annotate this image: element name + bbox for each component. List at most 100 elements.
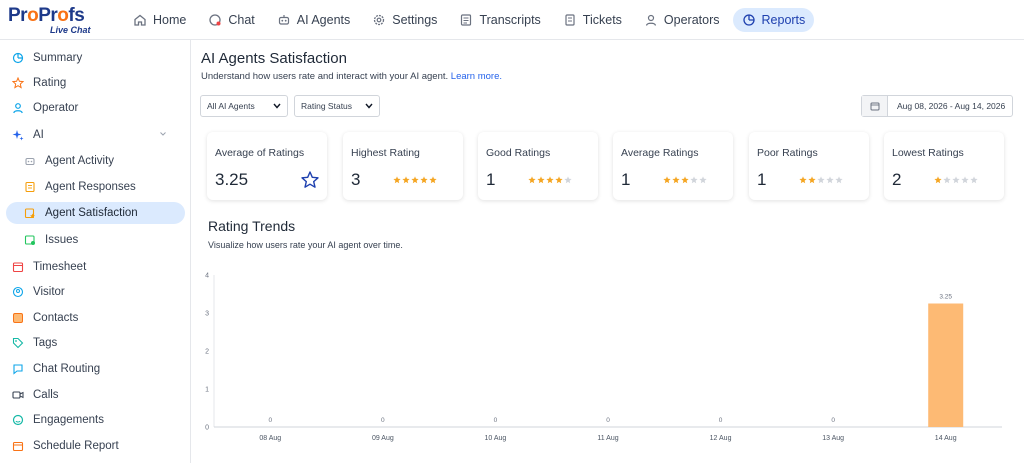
card-poor-ratings: Poor Ratings 1: [749, 132, 869, 200]
y-tick-label: 0: [205, 425, 209, 432]
sidebar-item-agent-activity[interactable]: Agent Activity: [6, 150, 185, 172]
gear-icon: [374, 14, 385, 26]
data-label: 0: [606, 417, 610, 424]
nav-reports[interactable]: Reports: [732, 8, 815, 32]
sidebar-item-agent-responses[interactable]: Agent Responses: [6, 176, 185, 198]
sidebar-item-ai[interactable]: AI: [6, 124, 185, 146]
sidebar-item-label: Rating: [33, 77, 67, 89]
star-filled-icon: [537, 176, 545, 184]
ai-agents-select[interactable]: All AI Agents: [200, 95, 288, 117]
sidebar-item-label: Calls: [33, 389, 59, 401]
sidebar-item-engagements[interactable]: Engagements: [6, 409, 185, 431]
nav-ai-agents[interactable]: AI Agents: [268, 8, 360, 32]
learn-more-link[interactable]: Learn more.: [451, 71, 502, 82]
operator-icon: [645, 14, 657, 26]
card-label: Highest Rating: [351, 147, 420, 159]
calendar-button[interactable]: [862, 96, 888, 116]
y-tick-label: 2: [205, 349, 209, 356]
transcript-icon: [461, 14, 472, 26]
card-label: Good Ratings: [486, 147, 551, 159]
logo[interactable]: ProProfs Live Chat: [8, 6, 98, 36]
card-label: Lowest Ratings: [892, 147, 964, 159]
nav-label: Operators: [663, 13, 720, 27]
data-label: 0: [831, 417, 835, 424]
summary-icon: [12, 52, 24, 64]
sidebar-item-contacts[interactable]: Contacts: [6, 307, 185, 329]
satisfaction-icon: [24, 208, 35, 219]
y-tick-label: 1: [205, 387, 209, 394]
chevron-down-icon: [273, 103, 281, 109]
calendar-icon: [12, 441, 24, 452]
sidebar-item-operator[interactable]: Operator: [6, 97, 185, 119]
sidebar-item-schedule-report[interactable]: Schedule Report: [6, 435, 185, 457]
card-value: 1: [621, 170, 631, 189]
sidebar-item-chat-routing[interactable]: Chat Routing: [6, 358, 185, 380]
sidebar-item-timesheet[interactable]: Timesheet: [6, 256, 185, 278]
nav-transcripts[interactable]: Transcripts: [450, 8, 549, 32]
page-subtitle-text: Understand how users rate and interact w…: [201, 71, 449, 82]
sidebar-item-label: AI: [33, 129, 44, 141]
star-icon: [12, 77, 24, 89]
home-icon: [134, 14, 146, 26]
data-label: 0: [381, 417, 385, 424]
star-filled-icon: [663, 176, 671, 184]
star-rating: [799, 176, 844, 184]
x-tick-label: 10 Aug: [485, 435, 507, 442]
card-average-ratings: Average Ratings 1: [613, 132, 733, 200]
sidebar-item-calls[interactable]: Calls: [6, 384, 185, 406]
star-empty-icon: [817, 176, 825, 184]
sidebar-item-label: Contacts: [33, 312, 79, 324]
star-empty-icon: [943, 176, 951, 184]
star-rating: [663, 176, 708, 184]
star-filled-icon: [555, 176, 563, 184]
sidebar-item-issues[interactable]: Issues: [6, 229, 185, 251]
nav-label: Reports: [761, 13, 806, 27]
card-label: Poor Ratings: [757, 147, 818, 159]
rating-status-select[interactable]: Rating Status: [294, 95, 380, 117]
star-filled-icon: [934, 176, 942, 184]
nav-home[interactable]: Home: [124, 8, 195, 32]
sidebar-item-label: Agent Satisfaction: [45, 207, 138, 219]
star-rating: [934, 176, 979, 184]
star-empty-icon: [826, 176, 834, 184]
star-outline-icon: [301, 171, 319, 188]
timesheet-icon: [12, 262, 24, 273]
star-rating: [528, 176, 573, 184]
bar: [928, 303, 964, 427]
data-label: 0: [719, 417, 723, 424]
x-tick-label: 12 Aug: [710, 435, 732, 442]
data-label: 0: [494, 417, 498, 424]
card-average-of-ratings: Average of Ratings 3.25: [207, 132, 327, 200]
sidebar-item-visitor[interactable]: Visitor: [6, 281, 185, 303]
card-label: Average of Ratings: [215, 147, 305, 159]
star-empty-icon: [835, 176, 843, 184]
sidebar-item-label: Agent Activity: [45, 155, 115, 167]
star-empty-icon: [699, 176, 707, 184]
card-good-ratings: Good Ratings 1: [478, 132, 598, 200]
video-icon: [12, 391, 24, 399]
trend-title: Rating Trends: [208, 218, 296, 234]
x-tick-label: 09 Aug: [372, 435, 394, 442]
sidebar-item-label: Tags: [33, 337, 58, 349]
ai-agents-select-value: All AI Agents: [207, 101, 255, 111]
x-tick-label: 11 Aug: [597, 435, 618, 442]
visitor-icon: [12, 286, 24, 298]
sidebar-item-rating[interactable]: Rating: [6, 72, 185, 94]
star-filled-icon: [528, 176, 536, 184]
sidebar-item-label: Issues: [45, 234, 79, 246]
sidebar-item-agent-satisfaction[interactable]: Agent Satisfaction: [6, 202, 185, 224]
nav-chat[interactable]: Chat: [199, 8, 263, 32]
star-filled-icon: [393, 176, 401, 184]
tag-icon: [12, 337, 24, 349]
card-value: 1: [757, 170, 767, 189]
reports-icon: [742, 14, 755, 26]
sidebar-item-summary[interactable]: Summary: [6, 47, 185, 69]
date-range-picker[interactable]: Aug 08, 2026 - Aug 14, 2026: [861, 95, 1013, 117]
nav-tickets[interactable]: Tickets: [554, 8, 631, 32]
top-navigation: ProProfs Live Chat Home Chat AI Agents S…: [0, 0, 1024, 40]
nav-operators[interactable]: Operators: [635, 8, 729, 32]
ticket-icon: [565, 14, 575, 26]
star-filled-icon: [429, 176, 437, 184]
sidebar-item-tags[interactable]: Tags: [6, 332, 185, 354]
nav-settings[interactable]: Settings: [363, 8, 446, 32]
